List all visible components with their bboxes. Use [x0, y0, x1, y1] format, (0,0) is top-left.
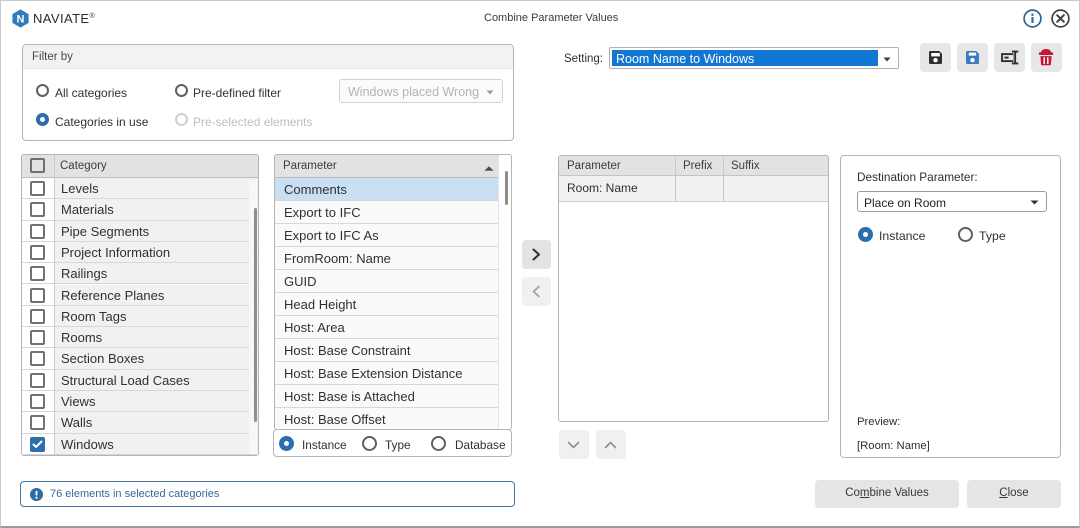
svg-text:N: N	[17, 14, 25, 26]
